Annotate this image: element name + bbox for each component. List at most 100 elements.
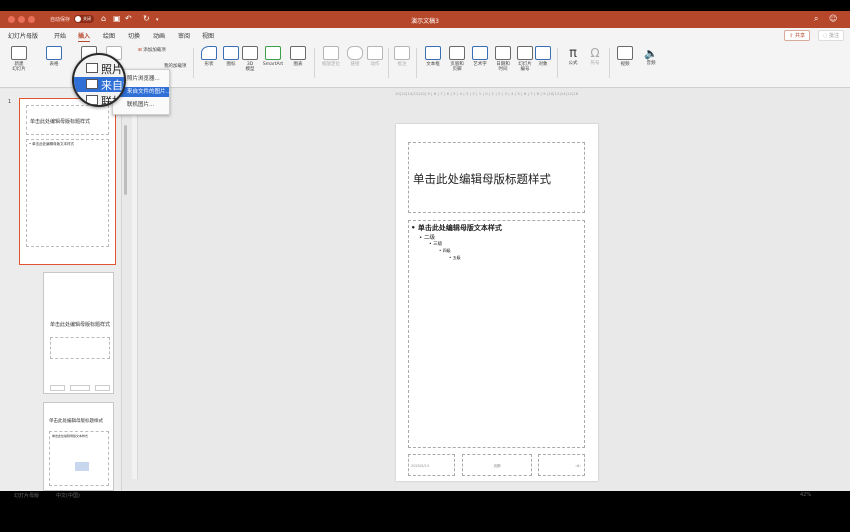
textbox-label: 文本框 bbox=[426, 62, 440, 67]
equation-button[interactable]: π 公式 bbox=[562, 46, 584, 66]
chart-label: 图表 bbox=[293, 62, 303, 67]
shapes-button[interactable]: 形状 bbox=[198, 46, 220, 67]
body-placeholder[interactable]: • 单击此处编辑母版文本样式 • 二级 • 三级 • 四级 • 五级 bbox=[408, 220, 585, 448]
account-icon[interactable]: ☺ bbox=[829, 14, 837, 23]
speaker-icon: 🔈 bbox=[644, 47, 658, 60]
tab-draw[interactable]: 绘图 bbox=[103, 31, 115, 40]
thumb-title-placeholder: 单击此处编辑母版标题样式 bbox=[26, 105, 109, 135]
table-label: 表格 bbox=[49, 62, 59, 67]
ribbon-separator bbox=[557, 48, 558, 78]
comment-icon bbox=[394, 46, 410, 60]
link-button[interactable]: 链接 bbox=[346, 46, 364, 67]
layout-thumbnail-content[interactable]: 单击此处编辑母版标题样式 单击此处编辑母版文本样式 bbox=[43, 402, 114, 491]
tab-slide-master[interactable]: 幻灯片母版 bbox=[8, 31, 38, 40]
ribbon-separator bbox=[416, 48, 417, 78]
new-slide-icon bbox=[11, 46, 27, 60]
footer-slide-number: ‹#› bbox=[575, 464, 581, 468]
body-level-2: • 二级 bbox=[419, 235, 435, 241]
smartart-icon bbox=[265, 46, 281, 60]
thumb-footer-box bbox=[95, 385, 110, 391]
smartart-button[interactable]: SmartArt bbox=[260, 46, 286, 67]
tab-view[interactable]: 视图 bbox=[202, 31, 214, 40]
date-time-button[interactable]: 日期和 时间 bbox=[492, 46, 514, 72]
zoom-label: 缩放定位 bbox=[322, 62, 340, 67]
symbol-label: 符号 bbox=[590, 61, 600, 66]
add-addins-button[interactable]: ⊞ 添加加载项 bbox=[138, 48, 186, 53]
mag-photo-label: 照片 bbox=[101, 63, 123, 76]
mag-row-from-file: 来自文 bbox=[74, 77, 124, 92]
footer-date: 2020/5/13 bbox=[411, 464, 429, 468]
table-button[interactable]: 表格 bbox=[42, 46, 66, 67]
slide-number-icon bbox=[517, 46, 533, 60]
title-placeholder[interactable]: 单击此处编辑母版标题样式 bbox=[408, 142, 585, 213]
master-slide-thumbnail[interactable]: 单击此处编辑母版标题样式 • 单击此处编辑母版文本样式 bbox=[19, 98, 116, 265]
layout-thumbnail-title[interactable]: 单击此处编辑母版标题样式 bbox=[43, 272, 114, 394]
object-button[interactable]: 对象 bbox=[534, 46, 552, 67]
status-bar: 幻灯片母版 中文(中国) 42% bbox=[0, 492, 850, 500]
slide-number: 1 bbox=[8, 99, 12, 105]
mag-online-label: 联机 bbox=[101, 95, 123, 107]
ribbon-separator bbox=[314, 48, 315, 78]
header-footer-button[interactable]: 页眉和 页脚 bbox=[446, 46, 468, 72]
comments-button[interactable]: ◌ 批注 bbox=[818, 30, 844, 41]
thumb-layout3-title: 单击此处编辑母版标题样式 bbox=[49, 419, 103, 424]
ribbon-tabs: 幻灯片母版 开始 插入 绘图 切换 动画 审阅 视图 ⇪ 共享 ◌ 批注 bbox=[0, 28, 850, 42]
add-addins-label: 添加加载项 bbox=[143, 48, 166, 53]
share-button[interactable]: ⇪ 共享 bbox=[784, 30, 810, 41]
textbox-button[interactable]: 文本框 bbox=[422, 46, 444, 67]
thumbnail-scrollbar[interactable] bbox=[124, 125, 127, 195]
wordart-button[interactable]: 艺术字 bbox=[470, 46, 490, 67]
cube-icon bbox=[242, 46, 258, 60]
tab-review[interactable]: 审阅 bbox=[178, 31, 190, 40]
icons-button[interactable]: 图标 bbox=[222, 46, 240, 67]
online-picture-icon bbox=[86, 95, 98, 105]
tab-home[interactable]: 开始 bbox=[54, 31, 66, 40]
wordart-icon bbox=[472, 46, 488, 60]
date-time-label: 日期和 时间 bbox=[496, 62, 510, 72]
object-icon bbox=[535, 46, 551, 60]
3d-models-button[interactable]: 3D 模型 bbox=[242, 46, 258, 72]
status-zoom[interactable]: 42% bbox=[800, 492, 811, 498]
mag-from-file-label: 来自文 bbox=[101, 79, 124, 92]
status-language: 中文(中国) bbox=[56, 493, 80, 499]
thumb-subtitle-placeholder bbox=[50, 337, 110, 359]
slide-master-canvas[interactable]: 单击此处编辑母版标题样式 • 单击此处编辑母版文本样式 • 二级 • 三级 • … bbox=[396, 124, 598, 481]
new-slide-label: 新建 幻灯片 bbox=[12, 62, 26, 72]
share-label: 共享 bbox=[794, 33, 805, 39]
calendar-icon bbox=[495, 46, 511, 60]
photo-icon bbox=[86, 63, 98, 73]
header-footer-icon bbox=[449, 46, 465, 60]
date-placeholder[interactable]: 2020/5/13 bbox=[408, 454, 455, 476]
audio-button[interactable]: 🔈 音频 bbox=[640, 46, 662, 66]
body-level-3: • 三级 bbox=[429, 242, 443, 247]
symbol-button[interactable]: Ω 符号 bbox=[586, 46, 604, 66]
video-button[interactable]: 视频 bbox=[614, 46, 636, 67]
icons-icon bbox=[223, 46, 239, 60]
thumb-title: 单击此处编辑母版标题样式 bbox=[30, 119, 91, 125]
horizontal-ruler: 10|12|14|12|10| 9 | 8 | 7 | 6 | 5 | 4 | … bbox=[395, 92, 579, 96]
action-button[interactable]: 动作 bbox=[366, 46, 384, 67]
tab-animations[interactable]: 动画 bbox=[153, 31, 165, 40]
ribbon-separator bbox=[609, 48, 610, 78]
tab-insert[interactable]: 插入 bbox=[78, 31, 91, 42]
slide-number-placeholder[interactable]: ‹#› bbox=[538, 454, 585, 476]
body-level-1: • 单击此处编辑母版文本样式 bbox=[411, 224, 502, 232]
comment-button[interactable]: 批注 bbox=[393, 46, 411, 67]
new-slide-button[interactable]: 新建 幻灯片 bbox=[6, 46, 32, 72]
zoom-button[interactable]: 缩放定位 bbox=[318, 46, 344, 67]
slide-number-button[interactable]: 幻灯片 编号 bbox=[514, 46, 536, 72]
chart-button[interactable]: 图表 bbox=[288, 46, 308, 67]
footer-placeholder[interactable]: 页脚 bbox=[462, 454, 532, 476]
textbox-icon bbox=[425, 46, 441, 60]
audio-label: 音频 bbox=[646, 61, 656, 66]
search-icon[interactable]: ⌕ bbox=[814, 14, 818, 24]
thumb-footer-box bbox=[50, 385, 65, 391]
link-icon bbox=[347, 46, 363, 60]
video-icon bbox=[617, 46, 633, 60]
thumb-layout3-body-text: 单击此处编辑母版文本样式 bbox=[52, 434, 89, 438]
table-icon bbox=[46, 46, 62, 60]
status-view-name: 幻灯片母版 bbox=[14, 493, 40, 499]
mag-row-online: 联机 bbox=[74, 93, 124, 107]
tab-transitions[interactable]: 切换 bbox=[128, 31, 140, 40]
thumb-body: • 单击此处编辑母版文本样式 bbox=[29, 142, 75, 146]
